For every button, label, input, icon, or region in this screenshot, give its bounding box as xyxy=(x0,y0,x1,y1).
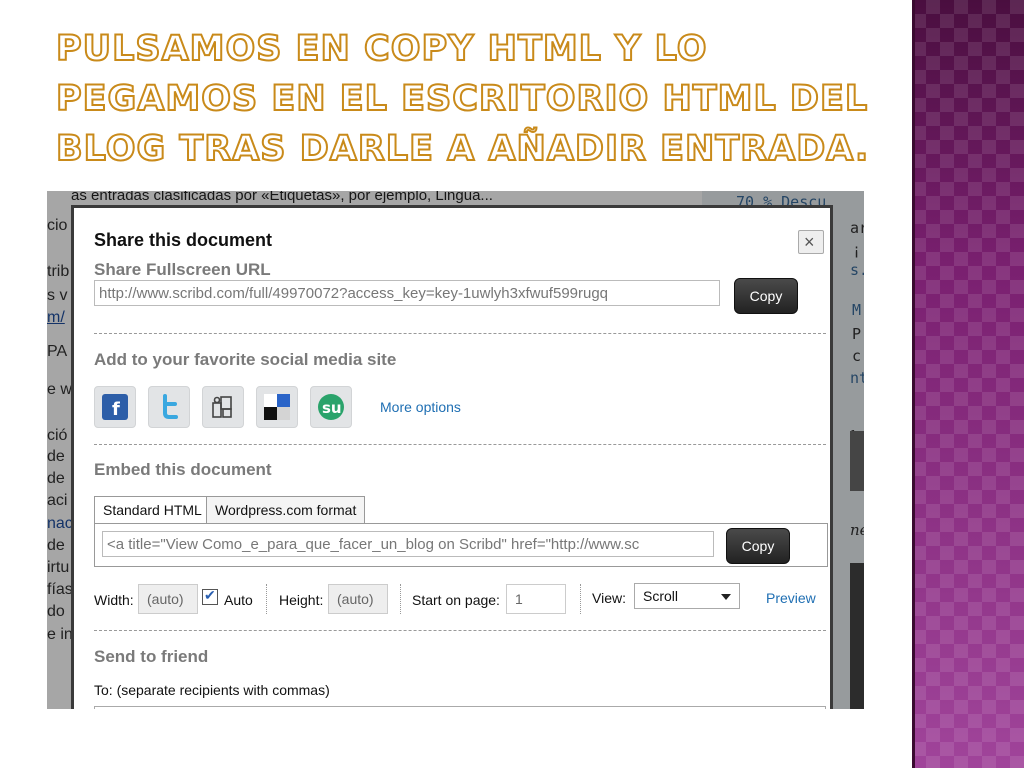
delicious-icon xyxy=(257,387,297,427)
section-divider xyxy=(94,333,826,334)
height-label: Height: xyxy=(279,592,324,608)
width-input[interactable] xyxy=(138,584,198,614)
fullscreen-url-heading: Share Fullscreen URL xyxy=(94,260,271,279)
preview-link[interactable]: Preview xyxy=(766,590,816,606)
fullscreen-url-input[interactable] xyxy=(94,280,720,306)
copy-embed-button[interactable]: Copy xyxy=(726,528,790,564)
field-separator xyxy=(580,584,581,614)
section-divider xyxy=(94,630,826,631)
twitter-icon xyxy=(149,387,189,427)
close-button[interactable]: × xyxy=(798,230,824,254)
stumbleupon-icon: su xyxy=(311,387,351,427)
embedded-screenshot: as entradas clasificadas por «Etiquetas»… xyxy=(47,191,864,709)
start-page-label: Start on page: xyxy=(412,592,500,608)
more-options-link[interactable]: More options xyxy=(380,399,461,415)
embed-code-input[interactable] xyxy=(102,531,714,557)
slide-title: Pulsamos en copy html y lo pegamos en el… xyxy=(55,28,870,170)
decorative-side-panel xyxy=(912,0,1024,768)
panel-edge xyxy=(912,0,915,768)
auto-label: Auto xyxy=(224,592,253,608)
svg-text:su: su xyxy=(322,399,342,417)
start-page-input[interactable] xyxy=(506,584,566,614)
recipients-input[interactable] xyxy=(94,706,826,709)
dialog-title: Share this document xyxy=(94,230,273,250)
chevron-down-icon xyxy=(721,594,731,600)
section-divider xyxy=(94,444,826,445)
view-label: View: xyxy=(592,590,626,606)
copy-url-button[interactable]: Copy xyxy=(734,278,798,314)
field-separator xyxy=(400,584,401,614)
twitter-share-button[interactable] xyxy=(148,386,190,428)
svg-text:f: f xyxy=(112,399,120,420)
view-select-value: Scroll xyxy=(643,588,679,604)
myspace-icon xyxy=(203,387,243,427)
tab-wordpress-format[interactable]: Wordpress.com format xyxy=(206,496,366,524)
embed-heading: Embed this document xyxy=(94,460,272,479)
social-heading: Add to your favorite social media site xyxy=(94,350,397,369)
auto-checkbox[interactable]: ✔ xyxy=(202,587,218,605)
close-icon: × xyxy=(804,232,815,252)
facebook-icon: f xyxy=(95,387,135,427)
width-label: Width: xyxy=(94,592,134,608)
share-dialog: Share this document × Share Fullscreen U… xyxy=(71,205,833,709)
facebook-share-button[interactable]: f xyxy=(94,386,136,428)
myspace-share-button[interactable] xyxy=(202,386,244,428)
tab-standard-html[interactable]: Standard HTML xyxy=(94,496,211,524)
delicious-share-button[interactable] xyxy=(256,386,298,428)
recipients-label: To: (separate recipients with commas) xyxy=(94,682,330,698)
send-heading: Send to friend xyxy=(94,647,209,666)
field-separator xyxy=(266,584,267,614)
view-select[interactable]: Scroll xyxy=(634,583,740,609)
stumbleupon-share-button[interactable]: su xyxy=(310,386,352,428)
checkmark-icon: ✔ xyxy=(204,587,216,603)
height-input[interactable] xyxy=(328,584,388,614)
